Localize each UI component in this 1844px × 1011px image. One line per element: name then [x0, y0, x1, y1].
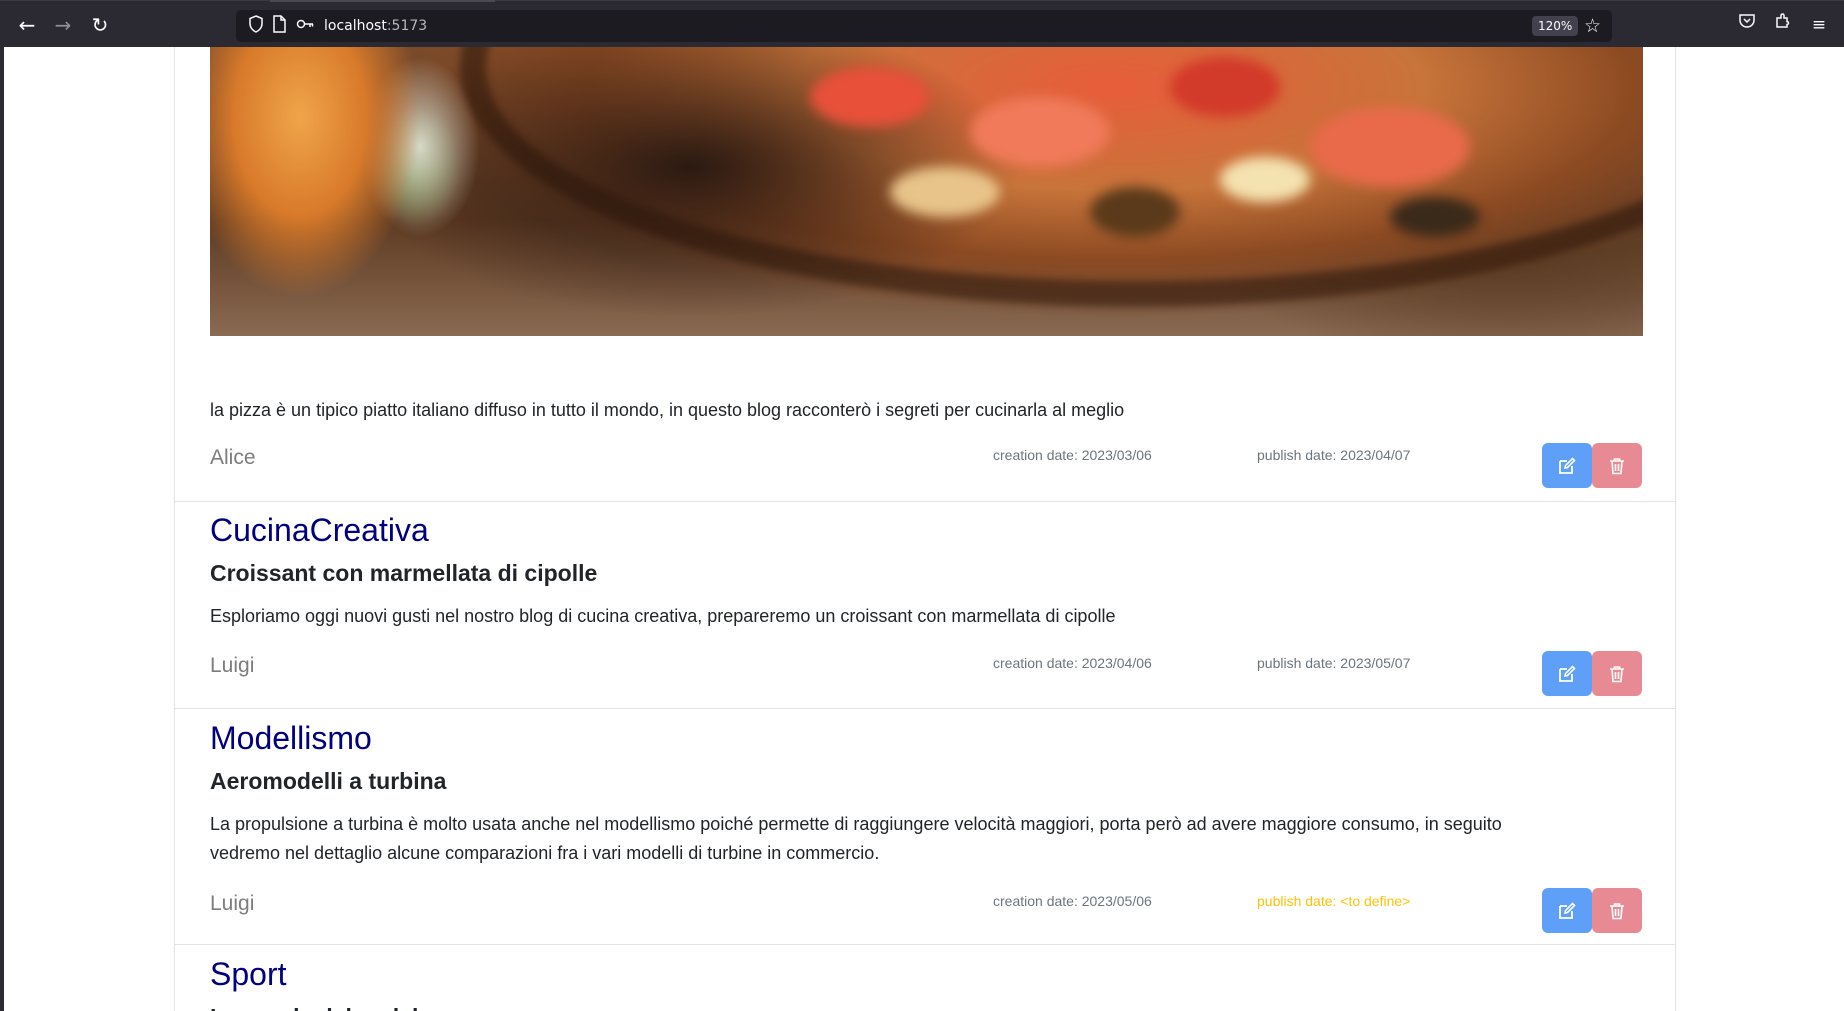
post-author: Alice	[210, 446, 256, 469]
delete-post-button[interactable]	[1592, 888, 1642, 933]
shield-icon[interactable]	[248, 15, 264, 39]
edit-icon	[1559, 901, 1576, 919]
post-description-line-2: vedremo nel dettaglio alcune comparazion…	[210, 843, 880, 863]
forward-arrow-icon[interactable]: →	[50, 12, 76, 38]
trash-icon	[1610, 665, 1624, 682]
url-host: localhost	[324, 18, 387, 34]
edit-icon	[1559, 456, 1576, 474]
publish-date: publish date: 2023/04/07	[1257, 447, 1411, 463]
delete-post-button[interactable]	[1592, 443, 1642, 488]
blog-name[interactable]: Sport	[210, 955, 286, 993]
page-viewport[interactable]: la pizza è un tipico piatto italiano dif…	[0, 47, 1844, 1011]
pocket-icon[interactable]	[1734, 12, 1760, 38]
post-title: Aeromodelli a turbina	[210, 768, 447, 794]
post-description: la pizza è un tipico piatto italiano dif…	[210, 400, 1125, 420]
creation-date: creation date: 2023/04/06	[993, 655, 1152, 671]
blog-name[interactable]: Modellismo	[210, 719, 372, 757]
delete-post-button[interactable]	[1592, 651, 1642, 696]
key-icon[interactable]	[296, 15, 314, 39]
edit-post-button[interactable]	[1542, 651, 1592, 696]
back-arrow-icon[interactable]: ←	[14, 12, 40, 38]
browser-toolbar: ← → ↻ localhost:5173 120% ☆ ≡	[0, 0, 1844, 47]
publish-date: publish date: 2023/05/07	[1257, 655, 1411, 671]
edit-icon	[1559, 664, 1576, 682]
creation-date: creation date: 2023/03/06	[993, 447, 1152, 463]
post-description-line-1: La propulsione a turbina è molto usata a…	[210, 814, 1502, 834]
zoom-level-badge[interactable]: 120%	[1532, 16, 1579, 36]
active-tab-indicator	[270, 0, 495, 2]
menu-icon[interactable]: ≡	[1806, 12, 1832, 38]
edit-post-button[interactable]	[1542, 443, 1592, 488]
url-text[interactable]: localhost:5173	[324, 17, 427, 35]
post-author: Luigi	[210, 654, 255, 677]
reload-icon[interactable]: ↻	[87, 12, 113, 38]
post-separator	[175, 944, 1675, 945]
trash-icon	[1610, 902, 1624, 919]
edit-post-button[interactable]	[1542, 888, 1592, 933]
creation-date: creation date: 2023/05/06	[993, 893, 1152, 909]
sidebar-edge	[0, 47, 4, 1011]
post-author: Luigi	[210, 892, 255, 915]
blog-name[interactable]: CucinaCreativa	[210, 511, 429, 549]
url-port: :5173	[386, 18, 428, 34]
post-title: Le regole del padel	[210, 1002, 418, 1011]
post-title: Croissant con marmellata di cipolle	[210, 560, 598, 586]
page-icon[interactable]	[272, 15, 286, 39]
post-separator	[175, 501, 1675, 502]
post-image-pizza	[210, 47, 1643, 336]
extensions-icon[interactable]	[1770, 12, 1796, 38]
post-description: Esploriamo oggi nuovi gusti nel nostro b…	[210, 606, 1116, 626]
publish-date: publish date: <to define>	[1257, 893, 1411, 909]
bookmark-star-icon[interactable]: ☆	[1584, 13, 1601, 39]
address-bar[interactable]: localhost:5173 120% ☆	[236, 10, 1612, 42]
posts-container: la pizza è un tipico piatto italiano dif…	[174, 47, 1676, 1011]
trash-icon	[1610, 457, 1624, 474]
post-separator	[175, 708, 1675, 709]
